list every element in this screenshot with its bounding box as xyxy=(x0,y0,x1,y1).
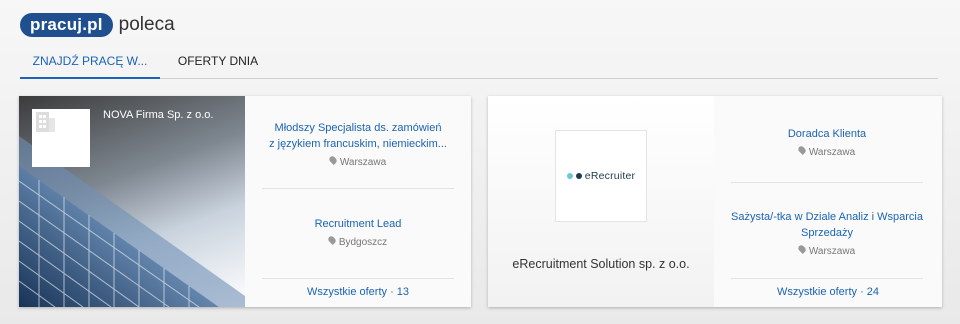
company-photo[interactable]: NOVA Firma Sp. z o.o. xyxy=(19,96,245,307)
location-text: Warszawa xyxy=(339,157,387,168)
pracuj-logo[interactable]: pracuj.pl xyxy=(20,13,113,37)
divider xyxy=(731,182,923,183)
offer-item: Młodszy Specjalista ds. zamówień z język… xyxy=(262,120,454,168)
offer-title-line1[interactable]: Sażysta/-tka w Dziale Analiz i Wsparcia xyxy=(731,211,923,223)
company-card-erecruitment: eRecruiter eRecruitment Solution sp. z o… xyxy=(488,96,942,307)
offer-location: Warszawa xyxy=(731,145,923,158)
location-pin-icon xyxy=(796,145,807,155)
company-logo-placeholder[interactable] xyxy=(32,109,90,167)
location-text: Bydgoszcz xyxy=(338,237,388,248)
offer-title[interactable]: Młodszy Specjalista ds. zamówień z język… xyxy=(262,120,454,152)
offer-title-line1[interactable]: Młodszy Specjalista ds. zamówień xyxy=(275,122,442,134)
logo-dot-icon xyxy=(566,173,573,179)
location-pin-icon xyxy=(327,155,338,165)
offers-list: Doradca Klienta Warszawa Sażysta/-tka w … xyxy=(714,96,942,307)
tab-daily-offers[interactable]: OFERTY DNIA xyxy=(168,48,268,77)
offer-title-line2[interactable]: z językiem francuskim, niemieckim... xyxy=(269,138,447,150)
company-panel[interactable]: eRecruiter eRecruitment Solution sp. z o… xyxy=(488,96,714,307)
divider xyxy=(262,278,454,279)
offer-item: Sażysta/-tka w Dziale Analiz i Wsparcia … xyxy=(731,209,923,257)
offer-title[interactable]: Doradca Klienta xyxy=(731,126,923,142)
tab-find-job[interactable]: ZNAJDŹ PRACĘ W... xyxy=(20,48,160,79)
location-pin-icon xyxy=(796,244,807,254)
erecruiter-logo: eRecruiter xyxy=(566,170,636,182)
offer-title[interactable]: Recruitment Lead xyxy=(262,216,454,232)
tab-bar: ZNAJDŹ PRACĘ W... OFERTY DNIA xyxy=(20,48,938,79)
company-name[interactable]: eRecruitment Solution sp. z o.o. xyxy=(488,257,714,271)
company-card-nova: NOVA Firma Sp. z o.o. Młodszy Specjalist… xyxy=(19,96,471,307)
location-text: Warszawa xyxy=(808,246,856,257)
location-pin-icon xyxy=(326,235,337,245)
header: pracuj.pl poleca xyxy=(20,12,175,38)
offer-title[interactable]: Sażysta/-tka w Dziale Analiz i Wsparcia … xyxy=(731,209,923,241)
divider xyxy=(731,278,923,279)
location-text: Warszawa xyxy=(808,147,856,158)
offer-title-line2[interactable]: Sprzedaży xyxy=(801,227,853,239)
building-icon xyxy=(36,112,55,132)
company-logo[interactable]: eRecruiter xyxy=(555,130,647,222)
header-tagline: poleca xyxy=(118,14,175,35)
offer-location: Warszawa xyxy=(262,155,454,168)
offer-location: Bydgoszcz xyxy=(262,235,454,248)
all-offers-link[interactable]: Wszystkie oferty · 24 xyxy=(714,286,942,298)
offer-item: Doradca Klienta Warszawa xyxy=(731,126,923,158)
offer-location: Warszawa xyxy=(731,244,923,257)
logo-text: eRecruiter xyxy=(584,170,636,182)
logo-dot-icon xyxy=(575,173,582,179)
offer-item: Recruitment Lead Bydgoszcz xyxy=(262,216,454,248)
company-name[interactable]: NOVA Firma Sp. z o.o. xyxy=(103,109,213,121)
divider xyxy=(262,188,454,189)
all-offers-link[interactable]: Wszystkie oferty · 13 xyxy=(245,286,471,298)
offers-list: Młodszy Specjalista ds. zamówień z język… xyxy=(245,96,471,307)
